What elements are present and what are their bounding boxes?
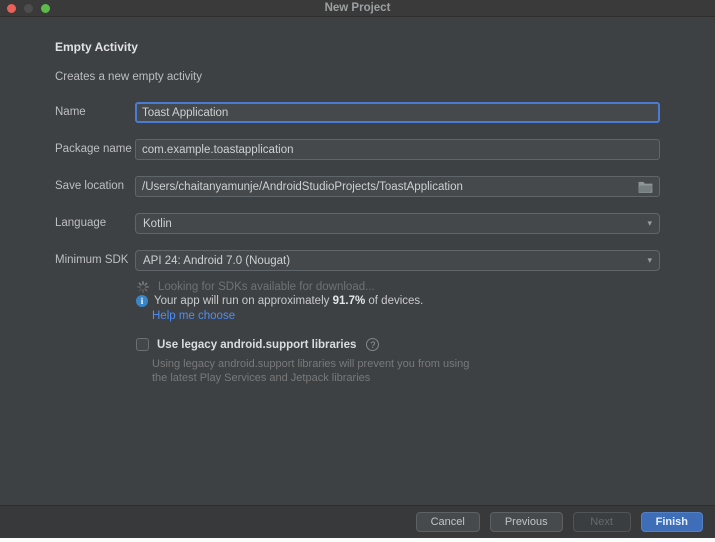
page-subtitle: Creates a new empty activity [55,71,203,83]
save-location-row: Save location [0,176,715,197]
sdk-loading-row: Looking for SDKs available for download.… [137,281,375,293]
info-icon: i [136,295,148,307]
help-circle-icon[interactable]: ? [366,338,380,351]
chevron-down-icon: ▾ [647,255,652,265]
device-coverage-text: Your app will run on approximately 91.7%… [154,295,424,307]
language-combobox[interactable]: Kotlin ▾ [135,213,660,234]
minimum-sdk-row: Minimum SDK API 24: Android 7.0 (Nougat)… [0,250,715,271]
legacy-support-row: Use legacy android.support libraries ? [136,338,380,351]
name-input[interactable] [135,102,660,123]
finish-button[interactable]: Finish [640,512,703,532]
titlebar: New Project [0,0,715,17]
help-me-choose-link[interactable]: Help me choose [152,310,235,322]
language-row: Language Kotlin ▾ [0,213,715,234]
minimum-sdk-selected-value: API 24: Android 7.0 (Nougat) [143,254,291,267]
save-location-label: Save location [55,180,125,192]
name-label: Name [55,106,86,118]
dialog-footer: Cancel Previous Next Finish [0,505,715,538]
device-coverage-percent: 91.7% [332,295,366,307]
new-project-dialog: New Project Empty Activity Creates a new… [0,0,715,542]
name-row: Name [0,102,715,123]
minimum-sdk-label: Minimum SDK [55,254,129,266]
legacy-description-line2: the latest Play Services and Jetpack lib… [152,372,371,384]
legacy-support-checkbox[interactable] [136,338,149,351]
device-coverage-row: i Your app will run on approximately 91.… [136,295,423,307]
sdk-loading-text: Looking for SDKs available for download.… [158,281,375,293]
chevron-down-icon: ▾ [647,218,652,228]
previous-button[interactable]: Previous [489,512,563,532]
package-name-input[interactable] [135,139,660,160]
page-background-strip [0,538,715,542]
minimum-sdk-combobox[interactable]: API 24: Android 7.0 (Nougat) ▾ [135,250,660,271]
next-button[interactable]: Next [572,512,631,532]
language-selected-value: Kotlin [143,217,172,230]
cancel-button[interactable]: Cancel [415,512,480,532]
browse-folder-icon[interactable] [636,178,654,195]
package-name-label: Package name [55,143,132,155]
legacy-description-line1: Using legacy android.support libraries w… [152,358,470,370]
window-title: New Project [324,2,391,14]
language-label: Language [55,217,107,229]
package-name-row: Package name [0,139,715,160]
legacy-support-label: Use legacy android.support libraries [157,338,357,351]
loading-spinner-icon [137,281,149,293]
save-location-input[interactable] [142,180,636,193]
page-title: Empty Activity [55,40,138,54]
